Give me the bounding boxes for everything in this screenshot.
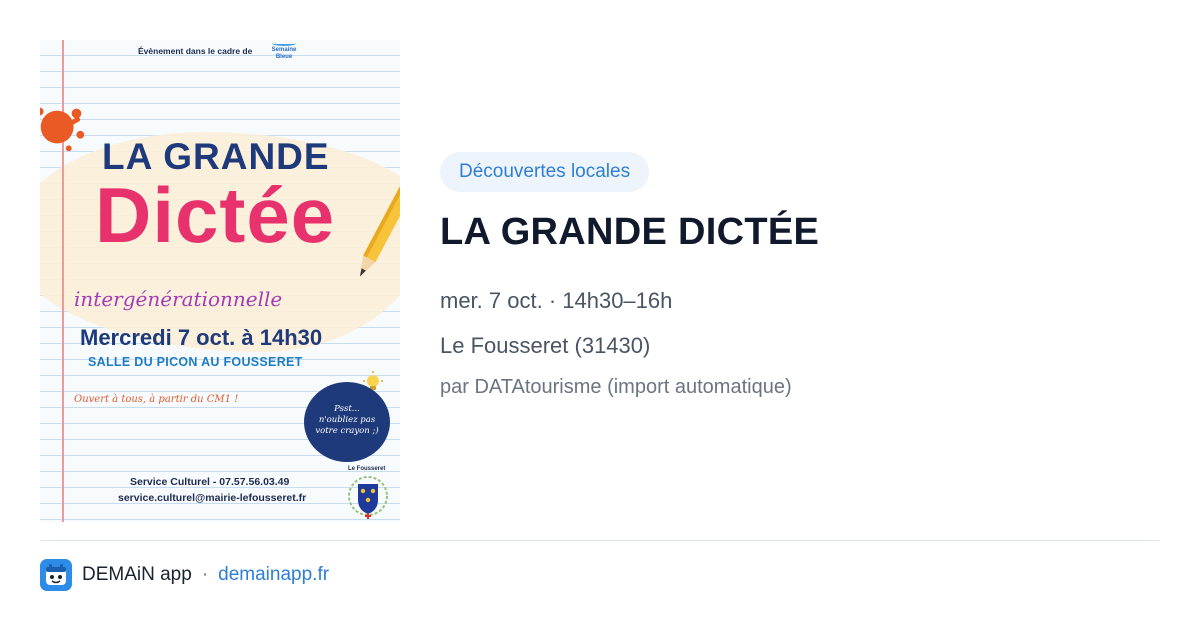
event-datetime: mer. 7 oct. · 14h30–16h [440,288,673,313]
event-poster: Évènement dans le cadre de Semaine Bleue… [40,40,400,522]
event-location: Le Fousseret (31430) [440,333,651,358]
footer-divider [40,540,1160,541]
poster-venue: SALLE DU PICON AU FOUSSERET [88,355,303,369]
pencil-reminder-badge: Psst... n'oubliez pas votre crayon ;) [304,382,390,462]
poster-subtitle: intergénérationnelle [74,287,283,311]
app-name: DEMAiN app [82,564,192,585]
poster-title-main: Dictée [95,171,336,259]
category-tag[interactable]: Découvertes locales [440,152,650,192]
poster-contact-email: service.culturel@mairie-lefousseret.fr [118,492,307,504]
poster-audience: Ouvert à tous, à partir du CM1 ! [74,394,239,405]
paint-splash-icon [40,107,85,152]
town-label: Le Fousseret [348,466,386,472]
footer-separator: · [201,564,209,585]
pencil-icon [359,186,400,277]
event-source: par DATAtourisme (import automatique) [440,376,792,398]
demain-app-icon [40,559,72,591]
semaine-bleue-logo: Semaine Bleue [266,41,302,65]
poster-header-text: Évènement dans le cadre de [138,46,253,56]
poster-date-time: Mercredi 7 oct. à 14h30 [80,325,323,350]
coat-of-arms-icon [348,476,388,519]
event-title: LA GRANDE DICTÉE [440,211,820,253]
footer: DEMAiN app · demainapp.fr [40,559,329,591]
poster-contact-phone: Service Culturel - 07.57.56.03.49 [130,476,290,488]
site-link[interactable]: demainapp.fr [218,564,329,586]
